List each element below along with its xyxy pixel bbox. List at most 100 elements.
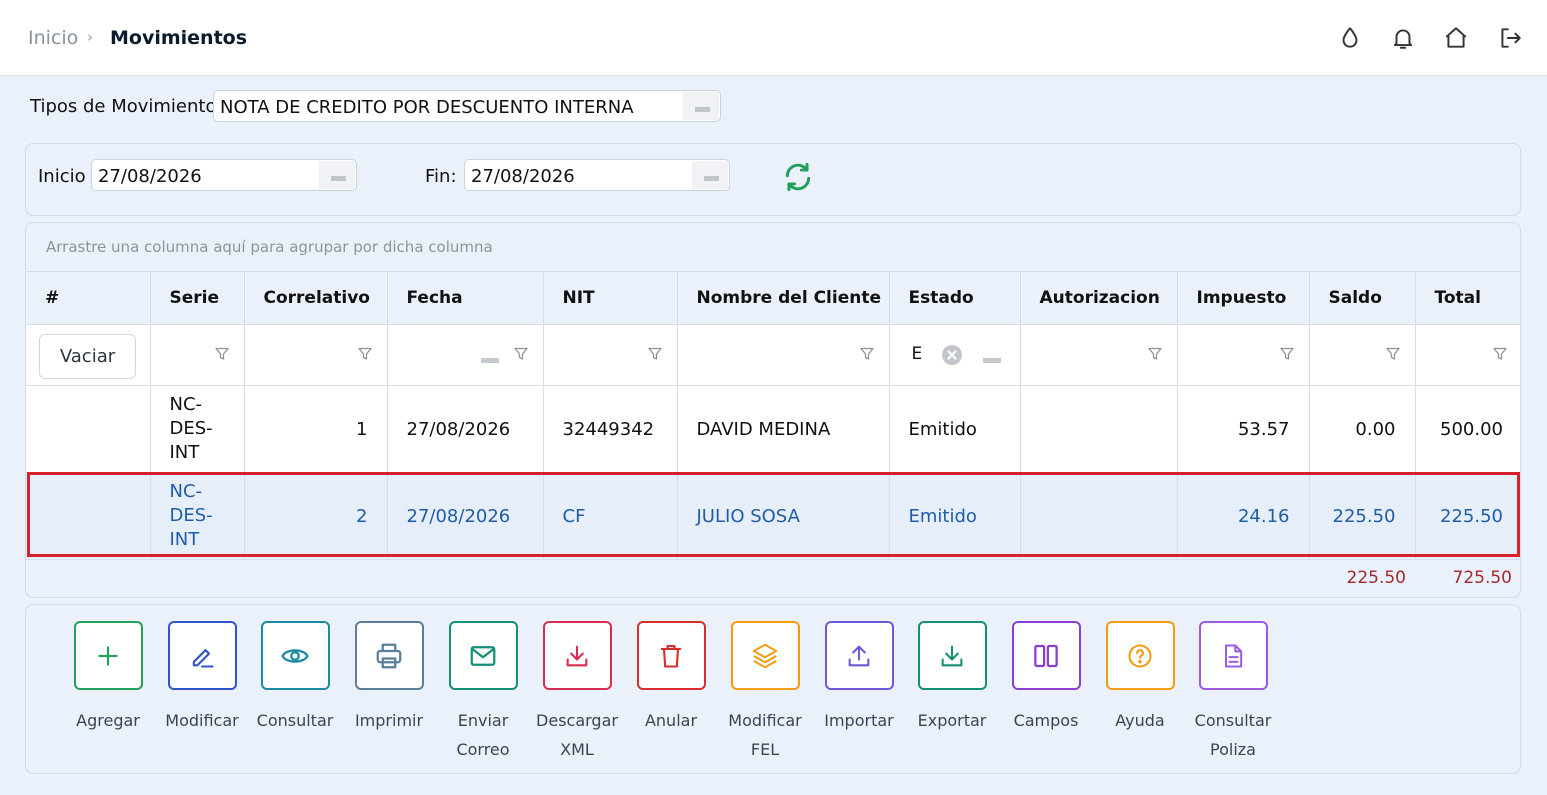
filter-icon[interactable]	[1279, 346, 1295, 362]
filter-icon[interactable]	[647, 346, 663, 362]
filter-icon[interactable]	[357, 346, 373, 362]
help-button-box[interactable]	[1105, 621, 1175, 690]
add-button-box[interactable]	[73, 621, 143, 690]
import-button-box[interactable]	[824, 621, 894, 690]
page-title: Movimientos	[110, 27, 248, 49]
filter-icon[interactable]	[1385, 346, 1401, 362]
cell-serie: NC- DES- INT	[150, 472, 245, 560]
cell-estado: Emitido	[889, 385, 1021, 473]
mail-icon	[470, 645, 496, 666]
table-row-selected[interactable]: NC- DES- INT 2 27/08/2026 CF JULIO SOSA …	[26, 472, 1520, 560]
filter-cell-total[interactable]	[1415, 324, 1520, 386]
serie-line: DES-	[169, 418, 213, 439]
consult-policy-button-box[interactable]	[1198, 621, 1268, 690]
filter-icon[interactable]	[859, 346, 875, 362]
document-icon	[1225, 644, 1243, 667]
group-by-hint: Arrastre una columna aquí para agrupar p…	[46, 238, 493, 256]
footer-total-saldo: 225.50	[1346, 568, 1406, 588]
filter-cell-cliente[interactable]	[677, 324, 890, 386]
tipo-movimiento-select[interactable]: NOTA DE CREDITO POR DESCUENTO INTERNA	[213, 90, 721, 122]
cell-cliente: JULIO SOSA	[677, 472, 890, 560]
cell-cliente: DAVID MEDINA	[677, 385, 890, 473]
actions-toolbar: Agregar Modificar Consultar Imprimir Env…	[25, 604, 1521, 774]
estado-dropdown-icon[interactable]	[982, 358, 1001, 363]
eye-icon	[281, 648, 309, 663]
end-date-field[interactable]: 27/08/2026	[464, 159, 730, 191]
tipo-dropdown-button[interactable]	[683, 92, 719, 120]
column-header-autorizacion[interactable]: Autorizacion	[1020, 271, 1178, 325]
filter-cell-serie[interactable]	[150, 324, 245, 386]
help-icon	[1128, 643, 1152, 668]
filter-icon[interactable]	[513, 346, 529, 362]
consult-policy-button[interactable]: Consultar Poliza	[1178, 621, 1288, 764]
tipo-movimiento-label: Tipos de Movimiento	[30, 96, 217, 117]
column-header-fecha[interactable]: Fecha	[387, 271, 544, 325]
column-header-impuesto[interactable]: Impuesto	[1177, 271, 1310, 325]
end-date-value: 27/08/2026	[471, 166, 575, 187]
filter-cell-autorizacion[interactable]	[1020, 324, 1178, 386]
start-date-field[interactable]: 27/08/2026	[91, 159, 357, 191]
cell-impuesto: 24.16	[1177, 472, 1310, 560]
cell-number	[26, 385, 151, 473]
start-date-label: Inicio	[38, 166, 86, 187]
clear-filters-button[interactable]: Vaciar	[39, 334, 136, 379]
movements-table: # Serie Correlativo Fecha NIT Nombre del…	[26, 271, 1520, 560]
send-email-button-box[interactable]	[448, 621, 518, 690]
clear-filter-icon[interactable]	[941, 345, 962, 365]
filter-cell-fecha[interactable]	[387, 324, 544, 386]
serie-line: NC-	[169, 394, 203, 415]
breadcrumb-home[interactable]: Inicio	[28, 27, 78, 49]
filter-icon[interactable]	[1147, 346, 1163, 362]
bell-icon[interactable]	[1390, 25, 1416, 51]
column-header-number[interactable]: #	[26, 271, 151, 325]
table-row[interactable]: NC- DES- INT 1 27/08/2026 32449342 DAVID…	[26, 385, 1520, 473]
home-icon[interactable]	[1443, 25, 1469, 51]
column-header-estado[interactable]: Estado	[889, 271, 1021, 325]
date-filter-picker-icon[interactable]	[480, 358, 499, 363]
cell-number	[26, 472, 151, 560]
end-date-picker-button[interactable]	[692, 161, 728, 189]
download-xml-button-box[interactable]	[542, 621, 612, 690]
view-button-box[interactable]	[260, 621, 330, 690]
start-date-picker-button[interactable]	[319, 161, 355, 189]
cell-nit: 32449342	[543, 385, 678, 473]
void-button-box[interactable]	[636, 621, 706, 690]
filter-cell-saldo[interactable]	[1309, 324, 1416, 386]
logout-icon[interactable]	[1497, 25, 1523, 51]
edit-button-box[interactable]	[167, 621, 237, 690]
column-header-correlativo[interactable]: Correlativo	[244, 271, 388, 325]
print-button-box[interactable]	[354, 621, 424, 690]
column-header-nit[interactable]: NIT	[543, 271, 678, 325]
consult-policy-button-label: Consultar Poliza	[1194, 711, 1272, 759]
breadcrumb-separator: ›	[87, 28, 93, 46]
serie-line: NC-	[169, 481, 203, 502]
cell-fecha: 27/08/2026	[387, 472, 544, 560]
filter-cell-estado[interactable]: E	[889, 324, 1021, 386]
export-button-box[interactable]	[917, 621, 987, 690]
filter-cell-nit[interactable]	[543, 324, 678, 386]
cell-impuesto: 53.57	[1177, 385, 1310, 473]
column-header-total[interactable]: Total	[1415, 271, 1520, 325]
refresh-icon[interactable]	[782, 161, 814, 193]
estado-filter-value[interactable]: E	[912, 344, 923, 364]
serie-line: INT	[169, 442, 200, 463]
theme-drop-icon[interactable]	[1337, 25, 1363, 51]
serie-line: DES-	[169, 505, 213, 526]
cell-correlativo: 1	[244, 385, 388, 473]
top-bar: Inicio › Movimientos	[0, 0, 1547, 76]
cell-saldo: 0.00	[1309, 385, 1416, 473]
column-header-serie[interactable]: Serie	[150, 271, 245, 325]
filter-cell-impuesto[interactable]	[1177, 324, 1310, 386]
filter-icon[interactable]	[1492, 346, 1508, 362]
column-header-cliente[interactable]: Nombre del Cliente	[677, 271, 890, 325]
serie-line: INT	[169, 529, 200, 550]
filter-icon[interactable]	[214, 346, 230, 362]
filter-cell-correlativo[interactable]	[244, 324, 388, 386]
start-date-value: 27/08/2026	[98, 166, 202, 187]
fields-button-box[interactable]	[1011, 621, 1081, 690]
tipo-movimiento-value: NOTA DE CREDITO POR DESCUENTO INTERNA	[220, 97, 634, 118]
cell-total: 225.50	[1415, 472, 1520, 560]
column-header-saldo[interactable]: Saldo	[1309, 271, 1416, 325]
modify-fel-button-box[interactable]	[730, 621, 800, 690]
download-icon	[566, 645, 588, 666]
